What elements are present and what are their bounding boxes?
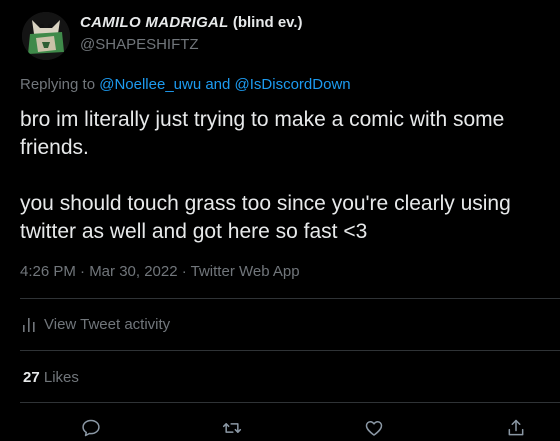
likes-stat[interactable]: 27 Likes	[23, 369, 79, 386]
reply-button[interactable]	[79, 416, 103, 440]
view-tweet-activity-label: View Tweet activity	[44, 316, 171, 333]
replying-users-link[interactable]: @Noellee_uwu and @IsDiscordDown	[99, 76, 350, 93]
divider	[20, 350, 560, 351]
divider	[20, 298, 560, 299]
view-tweet-activity-link[interactable]: View Tweet activity	[22, 316, 170, 333]
like-icon	[365, 421, 383, 436]
tweet-text-line: bro im literally just trying to make a c…	[20, 108, 505, 131]
reply-icon	[82, 419, 100, 437]
author-name[interactable]: CAMILO MADRIGAL (blind ev.)	[80, 14, 303, 31]
retweet-icon	[222, 423, 242, 433]
tweet: CAMILO MADRIGAL (blind ev.) @SHAPESHIFTZ…	[0, 0, 560, 441]
divider	[20, 402, 560, 403]
retweet-button[interactable]	[220, 416, 244, 440]
tweet-timestamp[interactable]: 4:26 PM · Mar 30, 2022 · Twitter Web App	[20, 263, 300, 280]
share-icon	[508, 419, 524, 436]
replying-prefix: Replying to	[20, 76, 96, 93]
tweet-actions	[0, 414, 560, 441]
author-name-suffix: (blind ev.)	[232, 14, 303, 31]
like-button[interactable]	[362, 416, 386, 440]
likes-count: 27	[23, 369, 40, 386]
author-handle[interactable]: @SHAPESHIFTZ	[80, 36, 199, 53]
share-button[interactable]	[504, 416, 528, 440]
likes-label: Likes	[43, 369, 79, 386]
tweet-text: bro im literally just trying to make a c…	[20, 106, 560, 246]
avatar-image	[22, 12, 70, 60]
tweet-text-line: friends.	[20, 136, 89, 159]
tweet-text-line: you should touch grass too since you're …	[20, 192, 511, 215]
replying-to: Replying to @Noellee_uwu and @IsDiscordD…	[20, 76, 351, 93]
tweet-text-line: twitter as well and got here so fast <3	[20, 220, 368, 243]
bar-chart-icon	[23, 317, 35, 332]
author-display-name: CAMILO MADRIGAL	[80, 14, 229, 31]
avatar[interactable]	[22, 12, 70, 60]
